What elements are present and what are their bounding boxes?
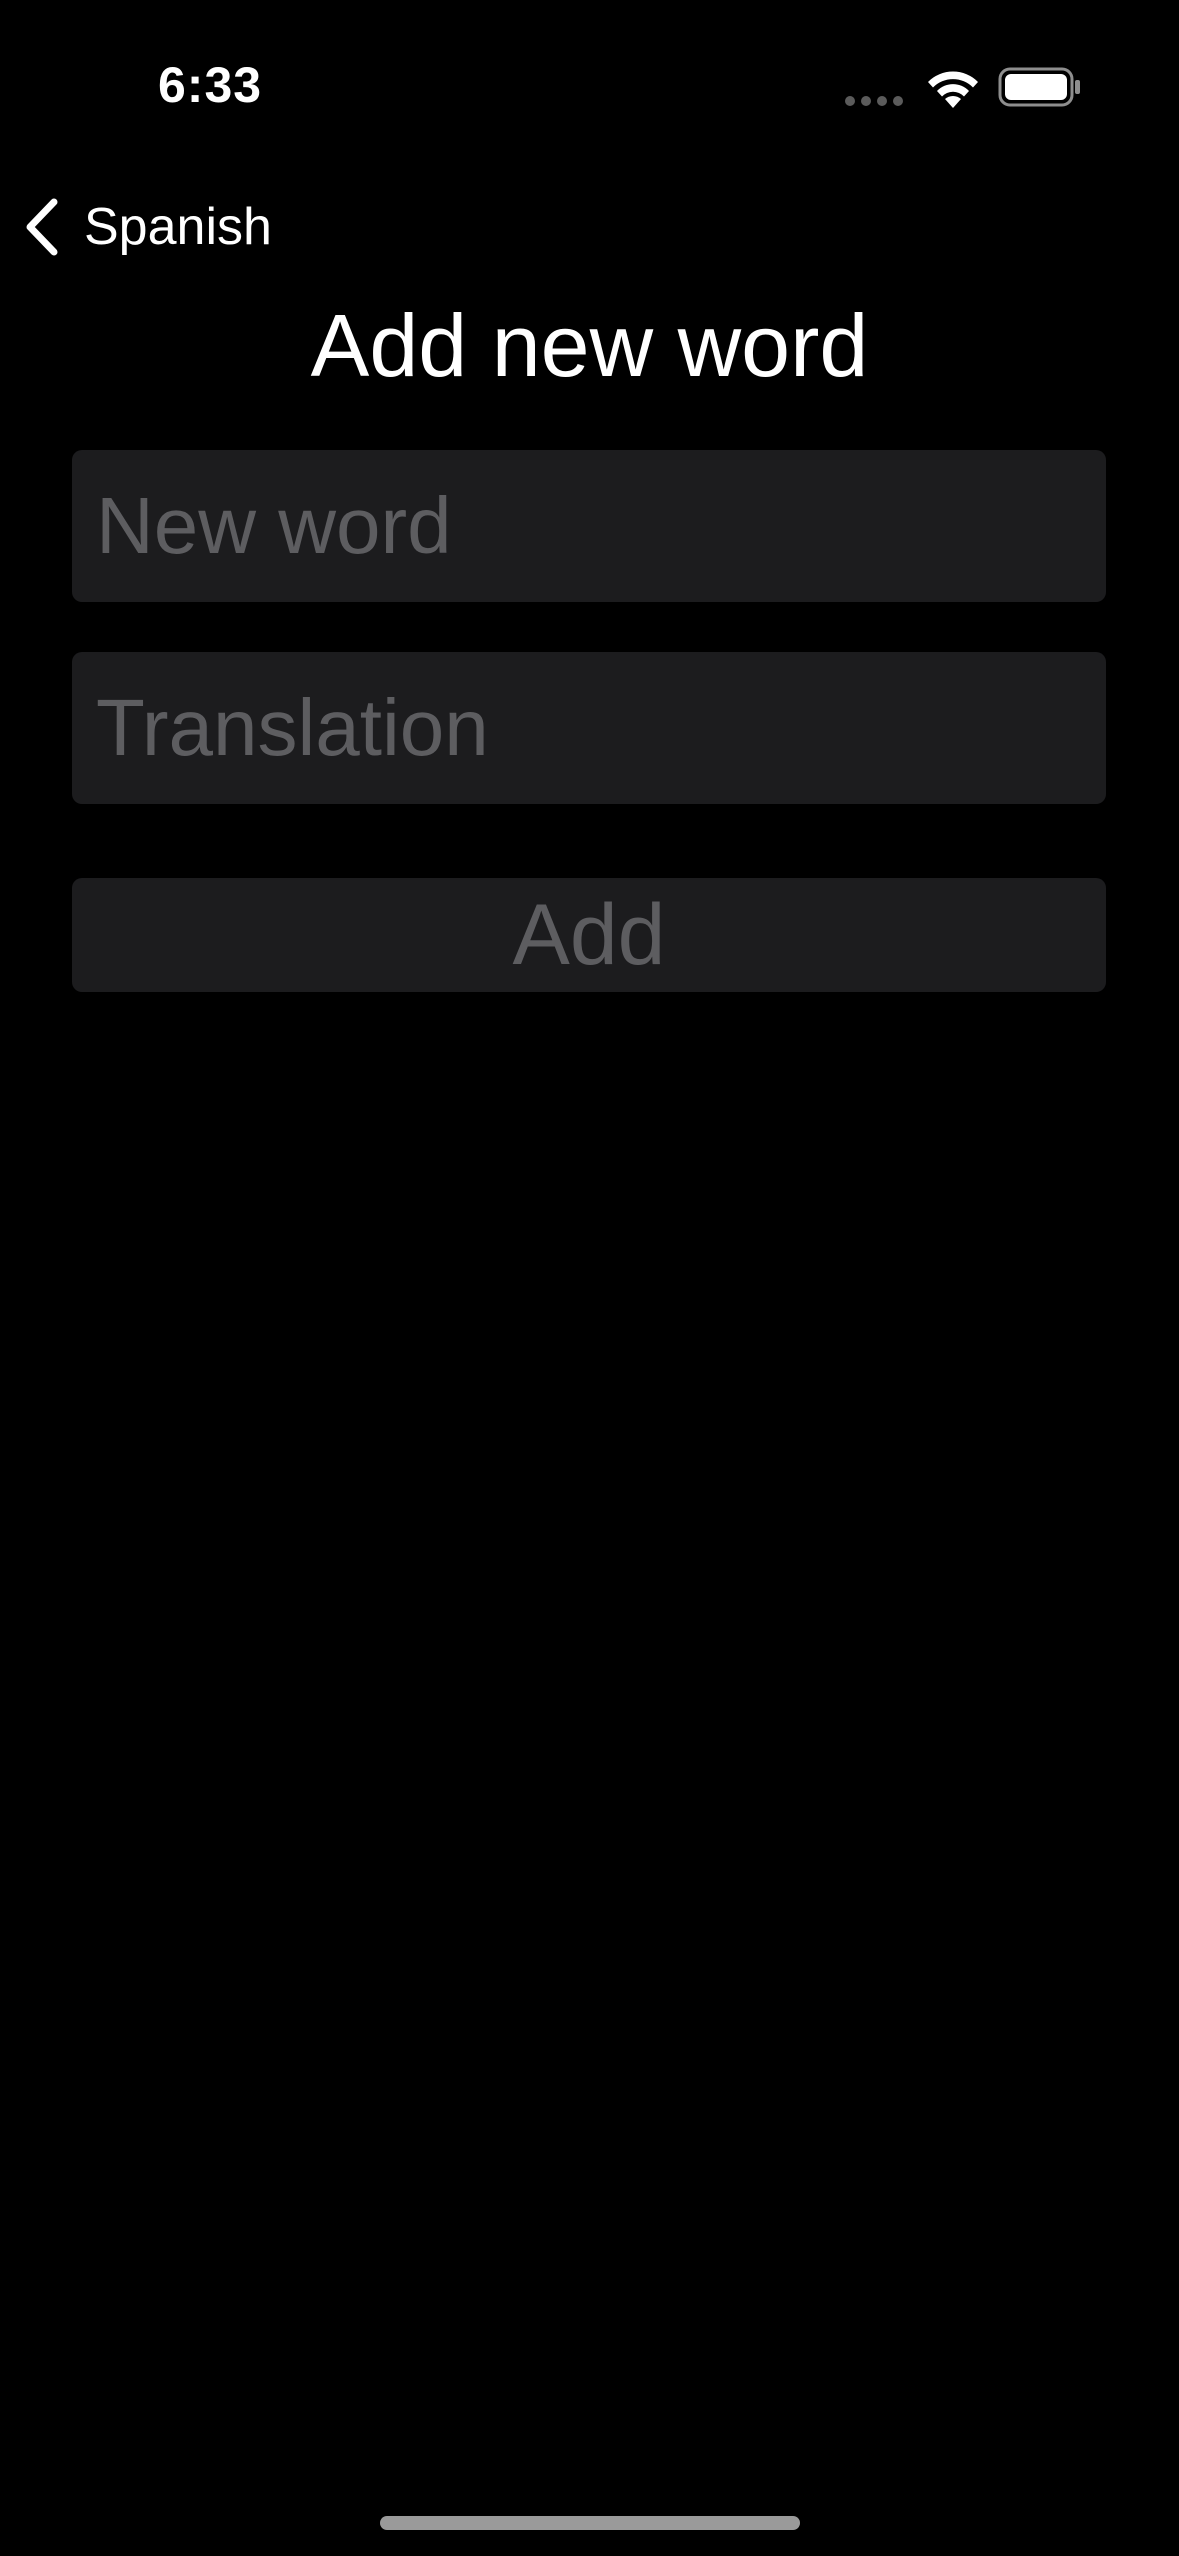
- back-button-label: Spanish: [84, 198, 272, 256]
- status-time: 6:33: [158, 57, 263, 113]
- status-bar: 6:33: [0, 0, 1179, 170]
- wifi-icon: [928, 71, 978, 108]
- translation-input[interactable]: [72, 652, 1106, 804]
- chevron-left-icon: [26, 198, 58, 256]
- cellular-signal-icon: [845, 96, 905, 106]
- battery-icon: [998, 67, 1080, 107]
- add-button[interactable]: Add: [72, 878, 1106, 992]
- new-word-input[interactable]: [72, 450, 1106, 602]
- home-indicator: [380, 2516, 800, 2530]
- back-button[interactable]: Spanish: [22, 192, 272, 262]
- page-title: Add new word: [310, 296, 869, 395]
